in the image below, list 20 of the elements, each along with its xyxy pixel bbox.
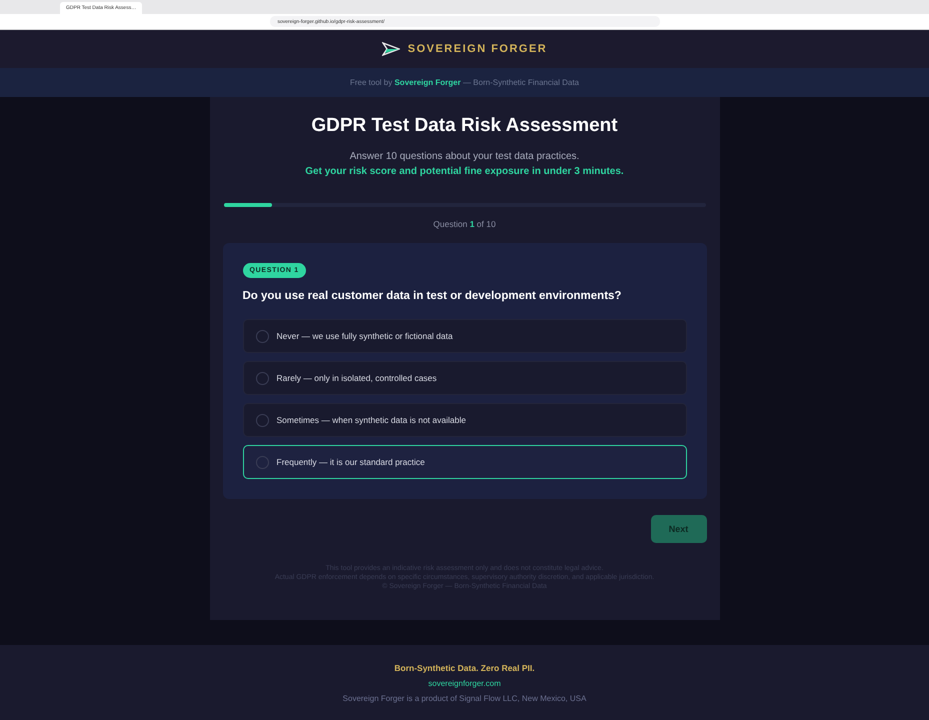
answer-option[interactable]: Frequently — it is our standard practice: [242, 445, 686, 479]
subtitle: Answer 10 questions about your test data practices.: [350, 151, 580, 162]
question-text: Do you use real customer data in test or development environments?: [242, 290, 622, 302]
banner-text: Free tool by Sovereign Forger — Born-Synthetic Financial Data: [350, 78, 580, 87]
answer-option[interactable]: Sometimes — when synthetic data is not available: [242, 403, 686, 437]
brand-name: SOVEREIGN FORGER: [408, 43, 548, 55]
page-title: GDPR Test Data Risk Assessment: [311, 115, 618, 137]
highlight-text: Get your risk score and potential fine exposure in under 3 minutes.: [305, 166, 624, 177]
answer-option[interactable]: Rarely — only in isolated, controlled cases: [242, 361, 686, 395]
radio-icon: [256, 330, 268, 342]
website-link[interactable]: sovereignforger.com: [428, 678, 501, 688]
radio-icon: [256, 456, 268, 468]
radio-icon: [256, 372, 268, 384]
radio-icon: [256, 414, 268, 426]
footer-note: Sovereign Forger is a product of Signal Flow LLC, New Mexico, USA: [342, 694, 586, 702]
footer-tagline: Born-Synthetic Data. Zero Real PII.: [394, 662, 535, 672]
question-counter: Question 1 of 10: [433, 219, 496, 229]
paper-plane-logo-icon: [382, 42, 400, 56]
answer-option[interactable]: Never — we use fully synthetic or fictional data: [242, 319, 686, 353]
brand-link[interactable]: Sovereign Forger: [394, 78, 461, 87]
